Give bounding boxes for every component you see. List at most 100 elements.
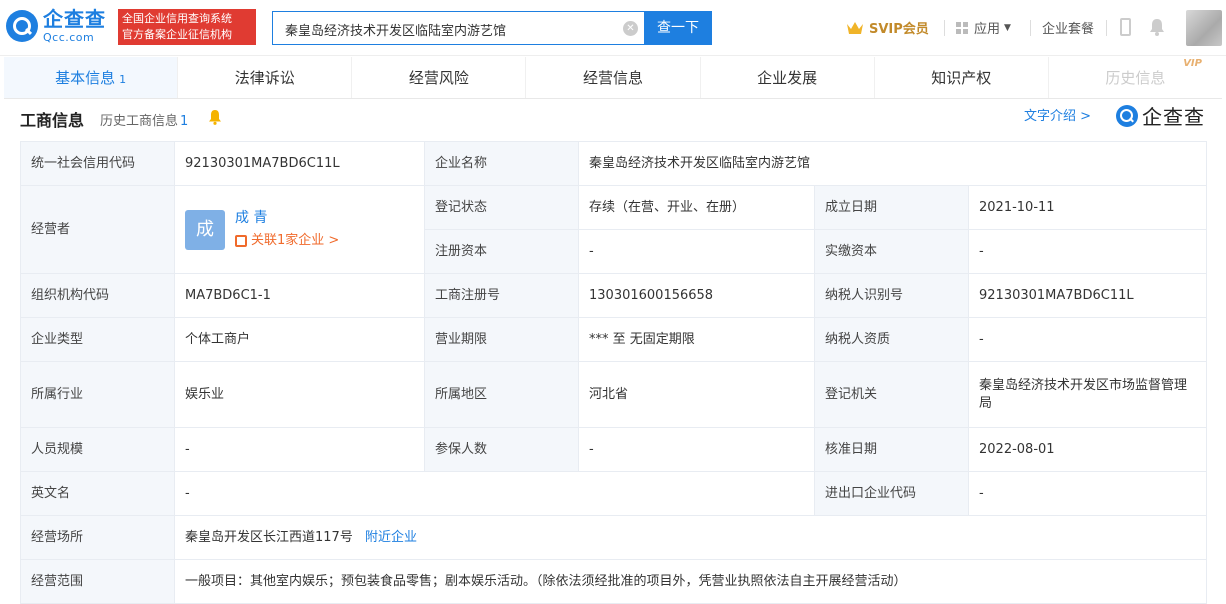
address-cell: 秦皇岛开发区长江西道117号 附近企业 [174,515,1207,560]
search-button[interactable]: 查一下 [644,11,712,45]
qcc-logo-icon [1116,104,1138,127]
user-avatar[interactable] [1186,10,1222,46]
company-name-value: 秦皇岛经济技术开发区临陆室内游艺馆 [578,141,1207,186]
history-biz-info-link[interactable]: 历史工商信息 1 [100,110,188,129]
tab-development[interactable]: 企业发展 [701,57,875,98]
insured-label: 参保人数 [424,427,579,472]
top-header: 企查查 Qcc.com 全国企业信用查询系统 官方备案企业征信机构 秦皇岛经济技… [0,0,1226,56]
tab-count: 1 [119,73,127,86]
biz-reg-no-label: 工商注册号 [424,273,579,318]
staff-size-label: 人员规模 [20,427,175,472]
company-type-value: 个体工商户 [174,317,425,362]
credit-code-label: 统一社会信用代码 [20,141,175,186]
tab-basic-info[interactable]: 基本信息 1 [4,57,179,98]
qcc-watermark-logo: 企查查 [1116,101,1205,130]
clear-icon[interactable]: ✕ [623,21,638,36]
svip-link[interactable]: SVIP会员 [846,18,929,37]
scope-value: 一般项目：其他室内娱乐；预包装食品零售；剧本娱乐活动。（除依法须经批准的项目外，… [174,559,1207,604]
reg-authority-label: 登记机关 [814,361,969,428]
header-divider [1106,20,1107,36]
reg-authority-value: 秦皇岛经济技术开发区市场监督管理局 [968,361,1207,428]
apps-menu[interactable]: 应用 ▼ [956,18,1011,37]
table-row: 英文名 - 进出口企业代码 - [20,471,1207,516]
badge-line-1: 全国企业信用查询系统 [122,12,232,25]
paid-capital-label: 实缴资本 [814,229,969,274]
import-export-label: 进出口企业代码 [814,471,969,516]
text-intro-link[interactable]: 文字介绍 > [1024,105,1091,124]
enterprise-package-link[interactable]: 企业套餐 [1042,18,1094,37]
qcc-logo[interactable]: 企查查 Qcc.com [6,9,106,43]
taxpayer-qual-value: - [968,317,1207,362]
header-divider [944,20,945,36]
credit-system-badge: 全国企业信用查询系统 官方备案企业征信机构 [118,9,256,45]
company-name-label: 企业名称 [424,141,579,186]
business-info-table: 统一社会信用代码 92130301MA7BD6C11L 企业名称 秦皇岛经济技术… [20,141,1207,604]
mobile-icon[interactable] [1120,18,1131,36]
qcc-logo-icon [6,10,38,42]
nearby-companies-link[interactable]: 附近企业 [365,530,417,545]
table-row: 组织机构代码 MA7BD6C1-1 工商注册号 130301600156658 … [20,273,1207,318]
scope-label: 经营范围 [20,559,175,604]
biz-term-label: 营业期限 [424,317,579,362]
table-row: 企业类型 个体工商户 营业期限 *** 至 无固定期限 纳税人资质 - [20,317,1207,362]
operator-label: 经营者 [20,185,175,274]
search-input-value: 秦皇岛经济技术开发区临陆室内游艺馆 [285,24,507,39]
taxpayer-qual-label: 纳税人资质 [814,317,969,362]
region-value: 河北省 [578,361,815,428]
operator-name-link[interactable]: 成 青 [235,209,339,227]
brand-text: 企查查 [1142,105,1205,129]
taxpayer-id-label: 纳税人识别号 [814,273,969,318]
biz-reg-no-value: 130301600156658 [578,273,815,318]
tab-legal[interactable]: 法律诉讼 [178,57,353,98]
operator-cell: 成 成 青 关联1家企业 > [174,185,425,274]
tab-business-info[interactable]: 经营信息 [526,57,701,98]
english-name-value: - [174,471,815,516]
english-name-label: 英文名 [20,471,175,516]
credit-code-value: 92130301MA7BD6C11L [174,141,425,186]
svip-label: SVIP会员 [869,22,929,37]
taxpayer-id-value: 92130301MA7BD6C11L [968,273,1207,318]
vip-badge: VIP [1183,58,1202,69]
industry-label: 所属行业 [20,361,175,428]
tab-history[interactable]: 历史信息 VIP [1049,57,1222,98]
search-input[interactable]: 秦皇岛经济技术开发区临陆室内游艺馆 ✕ [272,11,644,45]
badge-line-2: 官方备案企业征信机构 [122,28,232,41]
header-divider [1030,20,1031,36]
table-row: 所属行业 娱乐业 所属地区 河北省 登记机关 秦皇岛经济技术开发区市场监督管理局 [20,361,1207,428]
reg-status-label: 登记状态 [424,185,579,230]
logo-cn-text: 企查查 [43,7,106,31]
insured-value: - [578,427,815,472]
tab-ip[interactable]: 知识产权 [875,57,1049,98]
related-companies-link[interactable]: 关联1家企业 > [235,232,339,250]
biz-term-value: *** 至 无固定期限 [578,317,815,362]
bell-icon[interactable] [1149,18,1165,36]
bell-icon[interactable] [208,109,222,125]
grid-icon [956,21,968,34]
region-label: 所属地区 [424,361,579,428]
table-row: 经营范围 一般项目：其他室内娱乐；预包装食品零售；剧本娱乐活动。（除依法须经批准… [20,559,1207,604]
staff-size-value: - [174,427,425,472]
table-row: 经营者 成 成 青 关联1家企业 > 登记状态 存续（在营、开业、在册） 成立日… [20,185,1207,274]
company-type-label: 企业类型 [20,317,175,362]
reg-capital-value: - [578,229,815,274]
tab-business-risk[interactable]: 经营风险 [352,57,527,98]
paid-capital-value: - [968,229,1207,274]
approval-date-label: 核准日期 [814,427,969,472]
table-row: 人员规模 - 参保人数 - 核准日期 2022-08-01 [20,427,1207,472]
industry-value: 娱乐业 [174,361,425,428]
address-value: 秦皇岛开发区长江西道117号 [185,529,353,545]
section-header: 工商信息 历史工商信息 1 文字介绍 > 企查查 [20,103,1210,133]
table-row: 统一社会信用代码 92130301MA7BD6C11L 企业名称 秦皇岛经济技术… [20,141,1207,186]
import-export-value: - [968,471,1207,516]
apps-label: 应用 [974,22,1001,37]
relation-icon [235,235,247,247]
org-code-value: MA7BD6C1-1 [174,273,425,318]
operator-avatar[interactable]: 成 [185,209,225,250]
founded-label: 成立日期 [814,185,969,230]
section-title: 工商信息 [20,111,85,130]
reg-status-value: 存续（在营、开业、在册） [578,185,815,230]
approval-date-value: 2022-08-01 [968,427,1207,472]
logo-en-text: Qcc.com [43,31,95,44]
founded-value: 2021-10-11 [968,185,1207,230]
table-row: 经营场所 秦皇岛开发区长江西道117号 附近企业 [20,515,1207,560]
